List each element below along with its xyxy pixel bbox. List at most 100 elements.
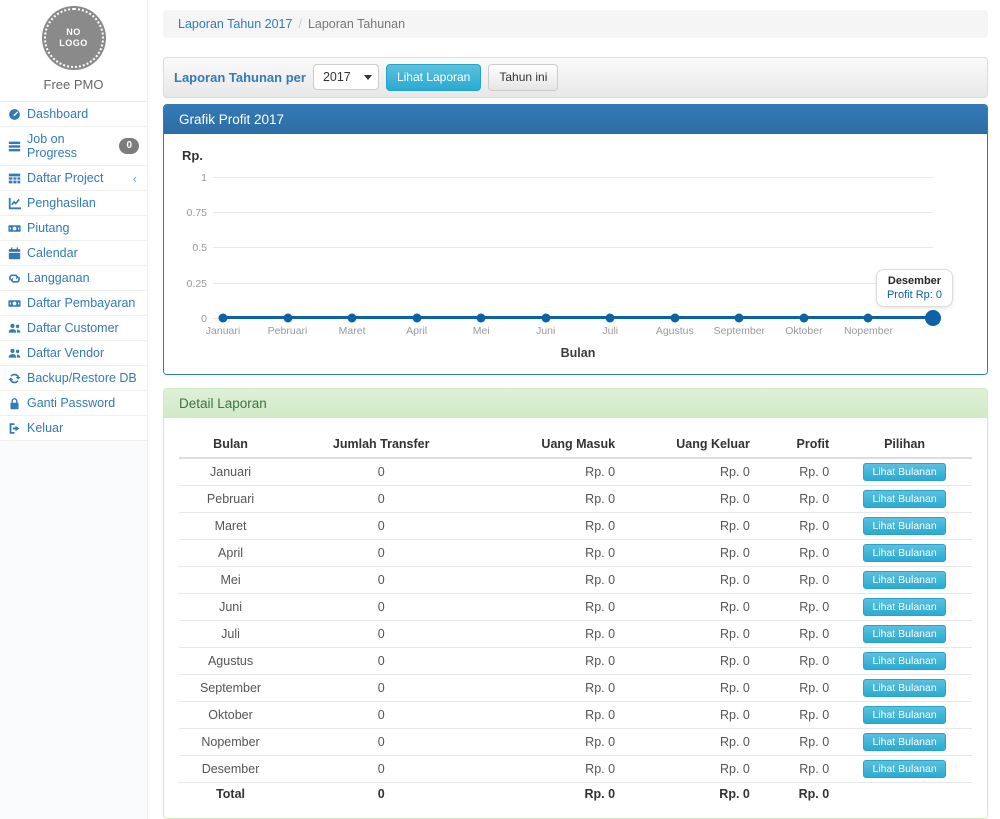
sidebar-item-label: Daftar Project [27,171,103,185]
view-month-button[interactable]: Lihat Bulanan [863,706,945,724]
table-row: Juli 0 Rp. 0 Rp. 0 Rp. 0 Lihat Bulanan [179,620,972,647]
table-row: September 0 Rp. 0 Rp. 0 Rp. 0 Lihat Bula… [179,674,972,701]
sidebar-item-daftar-vendor[interactable]: Daftar Vendor [0,341,147,366]
sidebar-item-keluar[interactable]: Keluar [0,416,147,441]
sidebar-item-piutang[interactable]: Piutang [0,216,147,241]
cell-bulan: April [179,539,282,566]
sidebar-item-langganan[interactable]: Langganan [0,266,147,291]
gridline: 0.5 [213,247,933,248]
current-year-button[interactable]: Tahun ini [488,64,558,91]
cell-keluar: Rp. 0 [623,539,758,566]
view-month-button[interactable]: Lihat Bulanan [863,652,945,670]
cell-profit: Rp. 0 [758,647,837,674]
cell-transfer: 0 [282,593,480,620]
view-month-button[interactable]: Lihat Bulanan [863,760,945,778]
y-tick: 1 [177,172,207,184]
cell-masuk: Rp. 0 [480,539,623,566]
sidebar-item-daftar-customer[interactable]: Daftar Customer [0,316,147,341]
cell-keluar: Rp. 0 [623,566,758,593]
chart-plot-area: 1 0.75 0.5 0.25 0 [223,177,933,318]
cell-masuk: Rp. 0 [480,566,623,593]
sidebar-item-ganti-password[interactable]: Ganti Password [0,391,147,416]
x-tick: Juli [602,325,618,337]
year-select[interactable]: 2017 [313,64,379,90]
breadcrumb-link-laporan-tahun[interactable]: Laporan Tahun 2017 [178,17,292,31]
cell-masuk: Rp. 0 [480,674,623,701]
view-month-button[interactable]: Lihat Bulanan [863,625,945,643]
x-tick: Maret [339,325,366,337]
sidebar-item-label: Dashboard [27,107,88,121]
sidebar-item-daftar-project[interactable]: Daftar Project ‹ [0,166,147,191]
view-month-button[interactable]: Lihat Bulanan [863,544,945,562]
cell-transfer: 0 [282,458,480,486]
view-month-button[interactable]: Lihat Bulanan [863,490,945,508]
cell-profit: Rp. 0 [758,620,837,647]
sign-out-icon [8,422,21,435]
cell-profit: Rp. 0 [758,593,837,620]
money-icon [8,222,21,235]
sidebar-item-label: Job on Progress [27,132,113,160]
cell-bulan: Juli [179,620,282,647]
cell-masuk: Rp. 0 [480,701,623,728]
cell-transfer: 0 [282,485,480,512]
sidebar-item-label: Piutang [27,221,69,235]
view-month-button[interactable]: Lihat Bulanan [863,598,945,616]
sidebar-item-label: Langganan [27,271,90,285]
cell-profit: Rp. 0 [758,485,837,512]
money-icon [8,297,21,310]
sidebar-item-label: Penghasilan [27,196,96,210]
column-header: Uang Masuk [480,432,623,458]
sidebar-item-calendar[interactable]: Calendar [0,241,147,266]
gridline: 0.25 [213,283,933,284]
cell-bulan: Oktober [179,701,282,728]
y-tick: 0 [177,313,207,325]
x-tick: Oktober [785,325,822,337]
sidebar-item-label: Daftar Customer [27,321,119,335]
sidebar-item-label: Calendar [27,246,78,260]
gridline: 0.75 [213,212,933,213]
report-filter-bar: Laporan Tahunan per 2017 Lihat Laporan T… [163,57,988,98]
cell-masuk: Rp. 0 [480,755,623,782]
sidebar-item-penghasilan[interactable]: Penghasilan [0,191,147,216]
view-month-button[interactable]: Lihat Bulanan [863,517,945,535]
cell-keluar: Rp. 0 [623,674,758,701]
tooltip-value: Profit Rp: 0 [887,289,942,301]
view-month-button[interactable]: Lihat Bulanan [863,571,945,589]
cell-keluar: Rp. 0 [623,620,758,647]
view-report-button[interactable]: Lihat Laporan [386,64,481,91]
cell-transfer: 0 [282,755,480,782]
chart-x-axis-labels: Januari Pebruari Maret April Mei Juni Ju… [223,318,933,334]
y-tick: 0.5 [177,242,207,254]
table-row: Maret 0 Rp. 0 Rp. 0 Rp. 0 Lihat Bulanan [179,512,972,539]
cell-transfer: 0 [282,701,480,728]
table-row: Pebruari 0 Rp. 0 Rp. 0 Rp. 0 Lihat Bulan… [179,485,972,512]
cell-bulan: Desember [179,755,282,782]
progress-count-badge: 0 [119,138,139,154]
filter-label: Laporan Tahunan per [174,70,306,85]
total-transfer: 0 [282,782,480,805]
x-tick: Agustus [656,325,694,337]
sidebar-item-daftar-pembayaran[interactable]: Daftar Pembayaran [0,291,147,316]
page: NO LOGO Free PMO Dashboard Job on Progre… [0,0,1000,819]
breadcrumb: Laporan Tahun 2017/Laporan Tahunan [163,10,988,38]
column-header: Pilihan [837,432,972,458]
table-row: Oktober 0 Rp. 0 Rp. 0 Rp. 0 Lihat Bulana… [179,701,972,728]
cell-transfer: 0 [282,620,480,647]
cell-profit: Rp. 0 [758,728,837,755]
sidebar-item-dashboard[interactable]: Dashboard [0,102,147,127]
dashboard-icon [8,108,21,121]
view-month-button[interactable]: Lihat Bulanan [863,733,945,751]
cell-profit: Rp. 0 [758,512,837,539]
cell-masuk: Rp. 0 [480,728,623,755]
view-month-button[interactable]: Lihat Bulanan [863,679,945,697]
table-row: April 0 Rp. 0 Rp. 0 Rp. 0 Lihat Bulanan [179,539,972,566]
line-chart-icon [8,197,21,210]
sidebar-item-backup-restore-db[interactable]: Backup/Restore DB [0,366,147,391]
view-month-button[interactable]: Lihat Bulanan [863,463,945,481]
total-masuk: Rp. 0 [480,782,623,805]
chart-tooltip: Desember Profit Rp: 0 [876,269,953,307]
total-keluar: Rp. 0 [623,782,758,805]
x-tick: Januari [206,325,240,337]
sidebar-item-job-on-progress[interactable]: Job on Progress 0 [0,127,147,166]
cell-keluar: Rp. 0 [623,512,758,539]
